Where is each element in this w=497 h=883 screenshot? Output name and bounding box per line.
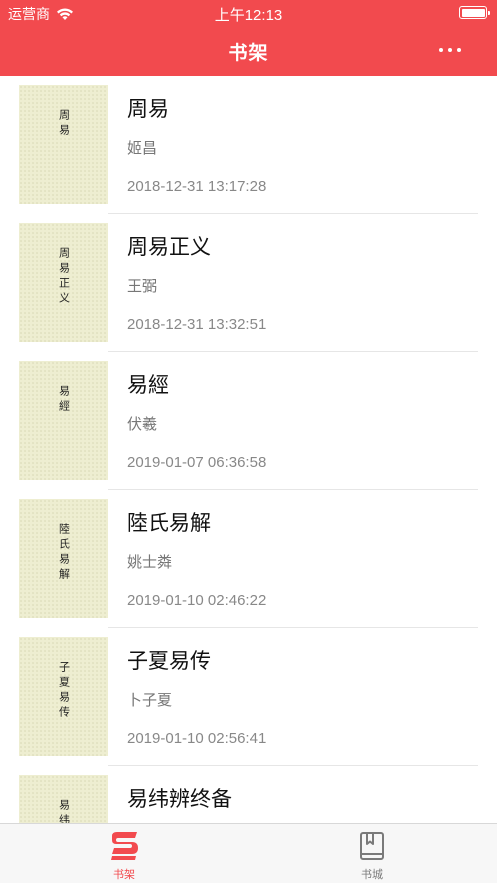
book-author: 伏羲 [127, 416, 158, 433]
page-title: 书架 [228, 43, 269, 64]
book-row[interactable]: 周易 周易 姬昌 2018-12-31 13:17:28 [0, 76, 497, 214]
cover-title: 易纬辨 [57, 799, 71, 823]
more-options-icon[interactable] [439, 48, 461, 54]
book-row[interactable]: 易纬辨 易纬辨终备 [0, 766, 497, 823]
book-date: 2019-01-10 02:46:22 [127, 592, 267, 609]
book-icon [360, 832, 384, 860]
book-author: 姚士粦 [127, 554, 173, 571]
book-author: 王弼 [127, 278, 158, 295]
book-date: 2018-12-31 13:32:51 [127, 316, 267, 333]
status-time: 上午12:13 [214, 7, 283, 24]
more-dot [457, 48, 461, 52]
book-author: 卜子夏 [127, 692, 173, 709]
battery-icon [459, 6, 490, 19]
book-title: 陸氏易解 [127, 512, 211, 535]
book-cover[interactable]: 陸氏易解 [19, 499, 108, 618]
tab-label: 书架 [113, 869, 135, 881]
cover-title: 易經 [57, 385, 71, 415]
book-row[interactable]: 陸氏易解 陸氏易解 姚士粦 2019-01-10 02:46:22 [0, 490, 497, 628]
book-row[interactable]: 易經 易經 伏羲 2019-01-07 06:36:58 [0, 352, 497, 490]
book-title: 周易 [127, 98, 169, 121]
book-row[interactable]: 子夏易传 子夏易传 卜子夏 2019-01-10 02:56:41 [0, 628, 497, 766]
book-date: 2019-01-10 02:56:41 [127, 730, 267, 747]
book-date: 2018-12-31 13:17:28 [127, 178, 267, 195]
cover-title: 陸氏易解 [57, 523, 71, 583]
tab-bar: 书架 书城 [0, 823, 497, 883]
cover-title: 周易 [57, 109, 71, 139]
more-dot [448, 48, 452, 52]
header: 运营商 上午12:13 书架 [0, 0, 497, 76]
book-row[interactable]: 周易正义 周易正义 王弼 2018-12-31 13:32:51 [0, 214, 497, 352]
book-cover[interactable]: 子夏易传 [19, 637, 108, 756]
tab-bookshelf[interactable]: 书架 [84, 830, 164, 882]
book-title: 子夏易传 [127, 650, 211, 673]
book-author: 姬昌 [127, 140, 158, 157]
book-cover[interactable]: 易經 [19, 361, 108, 480]
cover-title: 子夏易传 [57, 661, 71, 721]
more-dot [439, 48, 443, 52]
book-cover[interactable]: 易纬辨 [19, 775, 108, 823]
cover-title: 周易正义 [57, 247, 71, 307]
book-title: 周易正义 [127, 236, 211, 259]
book-title: 易纬辨终备 [127, 788, 232, 811]
status-bar: 运营商 上午12:13 [0, 0, 497, 26]
book-date: 2019-01-07 06:36:58 [127, 454, 267, 471]
book-cover[interactable]: 周易正义 [19, 223, 108, 342]
tab-label: 书城 [361, 869, 383, 881]
tab-bookstore[interactable]: 书城 [332, 830, 412, 882]
bookshelf-icon [111, 832, 138, 860]
book-title: 易經 [127, 374, 169, 397]
book-cover[interactable]: 周易 [19, 85, 108, 204]
bookshelf-list[interactable]: 周易 周易 姬昌 2018-12-31 13:17:28 周易正义 周易正义 王… [0, 76, 497, 823]
